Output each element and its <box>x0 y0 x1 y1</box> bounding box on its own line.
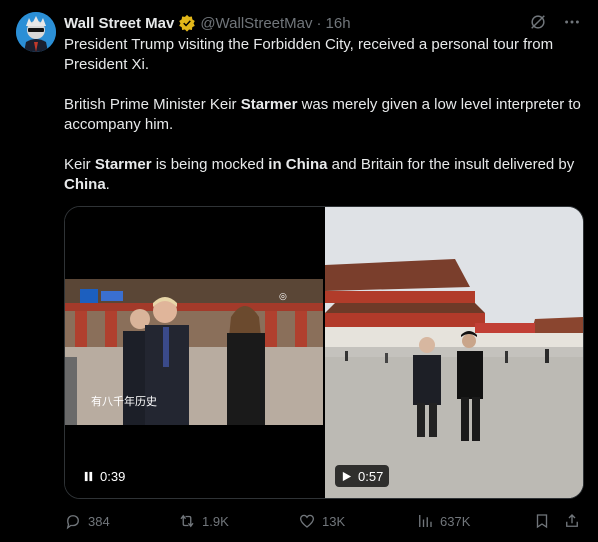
like-button[interactable]: 13K <box>298 512 345 530</box>
highlight-term: China <box>64 176 106 193</box>
verified-badge-icon[interactable] <box>178 14 196 32</box>
pause-icon[interactable] <box>83 471 94 482</box>
highlight-term: Starmer <box>94 156 152 173</box>
repost-icon <box>180 514 194 528</box>
post-paragraph-1: President Trump visiting the Forbidden C… <box>64 36 554 73</box>
avatar[interactable] <box>16 12 56 52</box>
separator: · <box>316 14 322 32</box>
video-left-time: 0:39 <box>100 468 126 484</box>
like-icon <box>299 514 315 528</box>
author-name[interactable]: Wall Street Mav <box>64 15 174 32</box>
bookmark-icon <box>536 514 548 529</box>
video-left-frame: ◎ 有八千年历史 <box>65 207 323 498</box>
view-count: 637K <box>440 513 471 529</box>
highlight-term: in China <box>268 156 328 173</box>
reply-button[interactable]: 384 <box>64 512 110 530</box>
svg-text:◎: ◎ <box>279 292 287 302</box>
media-grid[interactable]: ◎ 有八千年历史 0:39 0:57 <box>64 206 584 499</box>
header-actions <box>528 12 582 32</box>
tweet[interactable]: Wall Street Mav @WallStreetMav · 16h Pre… <box>0 0 598 542</box>
reply-icon <box>66 515 79 530</box>
timestamp[interactable]: 16h <box>326 15 351 32</box>
action-bar: 384 1.9K 13K 637K <box>64 510 584 532</box>
video-right-time: 0:57 <box>358 468 384 484</box>
share-icon <box>566 514 578 527</box>
more-icon[interactable] <box>562 12 582 32</box>
post-paragraph-2: British Prime Minister Keir Starmer was … <box>64 96 581 133</box>
post-header: Wall Street Mav @WallStreetMav · 16h <box>64 13 582 33</box>
post-text: President Trump visiting the Forbidden C… <box>64 35 584 195</box>
video-left[interactable]: ◎ 有八千年历史 0:39 <box>65 207 323 498</box>
play-icon[interactable] <box>341 471 352 482</box>
video-subtitle: 有八千年历史 <box>91 394 157 408</box>
video-left-status[interactable]: 0:39 <box>77 465 131 487</box>
views-icon <box>419 515 432 527</box>
repost-button[interactable]: 1.9K <box>178 512 229 530</box>
grok-icon[interactable] <box>528 12 548 32</box>
like-count: 13K <box>322 513 346 529</box>
video-right-frame <box>325 207 583 498</box>
post-paragraph-3: Keir Starmer is being mocked in China an… <box>64 156 575 193</box>
video-right-status[interactable]: 0:57 <box>335 465 390 487</box>
views-button[interactable]: 637K <box>416 512 470 530</box>
author-handle[interactable]: @WallStreetMav <box>200 15 312 32</box>
highlight-term: Starmer <box>240 96 298 113</box>
video-right[interactable]: 0:57 <box>325 207 583 498</box>
bookmark-button[interactable] <box>533 512 551 530</box>
repost-count: 1.9K <box>202 513 229 529</box>
share-button[interactable] <box>563 512 581 530</box>
reply-count: 384 <box>88 513 110 529</box>
